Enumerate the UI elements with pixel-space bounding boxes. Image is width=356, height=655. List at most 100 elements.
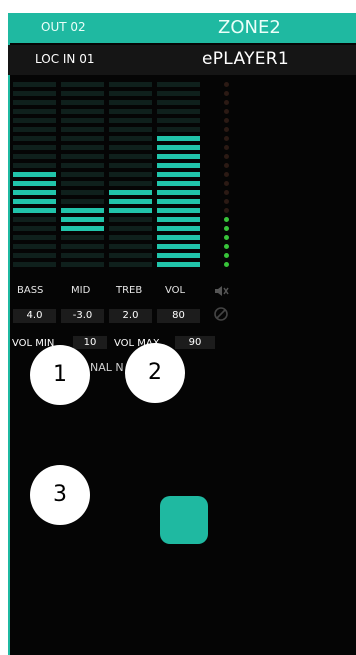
eq-segment — [109, 100, 152, 105]
eq-segment — [157, 235, 200, 240]
eq-segment — [13, 136, 56, 141]
panel-accent-edge — [8, 13, 10, 655]
volume-eq-column[interactable] — [157, 82, 200, 274]
bass-eq-column[interactable] — [13, 82, 56, 274]
eq-segment — [157, 226, 200, 231]
mid-eq-column[interactable] — [61, 82, 104, 274]
eq-segment — [157, 217, 200, 222]
eq-segment — [13, 190, 56, 195]
zone-title: ZONE2 — [218, 17, 281, 38]
meter-led — [224, 235, 229, 240]
level-meter — [224, 82, 230, 278]
eq-segment — [13, 262, 56, 267]
eq-segment — [61, 163, 104, 168]
eq-segment — [109, 190, 152, 195]
eq-segment — [61, 244, 104, 249]
eq-segment — [61, 100, 104, 105]
meter-led — [224, 109, 229, 114]
meter-led — [224, 199, 229, 204]
meter-led — [224, 136, 229, 141]
eq-segment — [61, 253, 104, 258]
meter-led — [224, 226, 229, 231]
meter-led — [224, 190, 229, 195]
eq-segment — [13, 235, 56, 240]
eq-segment — [109, 82, 152, 87]
eq-segment — [13, 253, 56, 258]
meter-led — [224, 100, 229, 105]
meter-led — [224, 154, 229, 159]
eq-segment — [157, 253, 200, 258]
eq-segment — [13, 163, 56, 168]
eq-segment — [61, 235, 104, 240]
eq-segment — [61, 82, 104, 87]
eq-segment — [61, 172, 104, 177]
eq-segment — [109, 172, 152, 177]
treble-eq-column[interactable] — [109, 82, 152, 274]
bass-label: BASS — [17, 285, 44, 296]
eq-segment — [157, 91, 200, 96]
meter-led — [224, 262, 229, 267]
eq-segment — [13, 118, 56, 123]
eq-segment — [13, 208, 56, 213]
eq-segment — [109, 154, 152, 159]
eq-segment — [157, 244, 200, 249]
eq-segment — [13, 109, 56, 114]
eq-segment — [61, 208, 104, 213]
meter-led — [224, 82, 229, 87]
eq-segment — [157, 127, 200, 132]
eq-segment — [61, 262, 104, 267]
treble-value[interactable]: 2.0 — [109, 309, 152, 323]
action-button[interactable] — [160, 496, 208, 544]
meter-led — [224, 244, 229, 249]
zone-header: OUT 02 ZONE2 — [8, 13, 356, 43]
eq-segment — [157, 163, 200, 168]
eq-segment — [109, 118, 152, 123]
callout-badge-3: 3 — [30, 465, 90, 525]
eq-segment — [109, 181, 152, 186]
output-label: OUT 02 — [41, 20, 86, 34]
eq-segment — [109, 226, 152, 231]
volume-value[interactable]: 80 — [157, 309, 200, 323]
eq-segment — [61, 217, 104, 222]
mid-value[interactable]: -3.0 — [61, 309, 104, 323]
eq-segment — [157, 154, 200, 159]
callout-badge-1: 1 — [30, 345, 90, 405]
callout-badge-2: 2 — [125, 343, 185, 403]
eq-segment — [61, 181, 104, 186]
eq-segment — [157, 172, 200, 177]
eq-segment — [61, 118, 104, 123]
eq-segment — [109, 163, 152, 168]
eq-segment — [157, 100, 200, 105]
speaker-icon[interactable] — [213, 283, 229, 299]
meter-led — [224, 172, 229, 177]
vol-min-value[interactable]: 10 — [73, 336, 107, 349]
eq-segment — [13, 226, 56, 231]
meter-led — [224, 208, 229, 213]
bass-value[interactable]: 4.0 — [13, 309, 56, 323]
source-header[interactable]: LOC IN 01 ePLAYER1 — [8, 45, 356, 75]
eq-segment — [13, 217, 56, 222]
eq-segment — [109, 109, 152, 114]
eq-segment — [13, 244, 56, 249]
no-sign-icon[interactable] — [213, 306, 229, 322]
eq-segment — [157, 109, 200, 114]
input-source-label: LOC IN 01 — [35, 52, 95, 66]
partially-hidden-label: NAL N — [90, 361, 124, 374]
meter-led — [224, 145, 229, 150]
eq-segment — [109, 145, 152, 150]
vol-max-value[interactable]: 90 — [175, 336, 215, 349]
eq-segment — [157, 145, 200, 150]
eq-segment — [13, 172, 56, 177]
eq-segment — [109, 262, 152, 267]
eq-segment — [109, 235, 152, 240]
eq-segment — [61, 226, 104, 231]
eq-segment — [61, 199, 104, 204]
meter-led — [224, 253, 229, 258]
meter-led — [224, 217, 229, 222]
eq-segment — [13, 82, 56, 87]
eq-segment — [109, 208, 152, 213]
eq-segment — [13, 181, 56, 186]
eq-segment — [13, 91, 56, 96]
eq-segment — [109, 127, 152, 132]
eq-segment — [61, 91, 104, 96]
